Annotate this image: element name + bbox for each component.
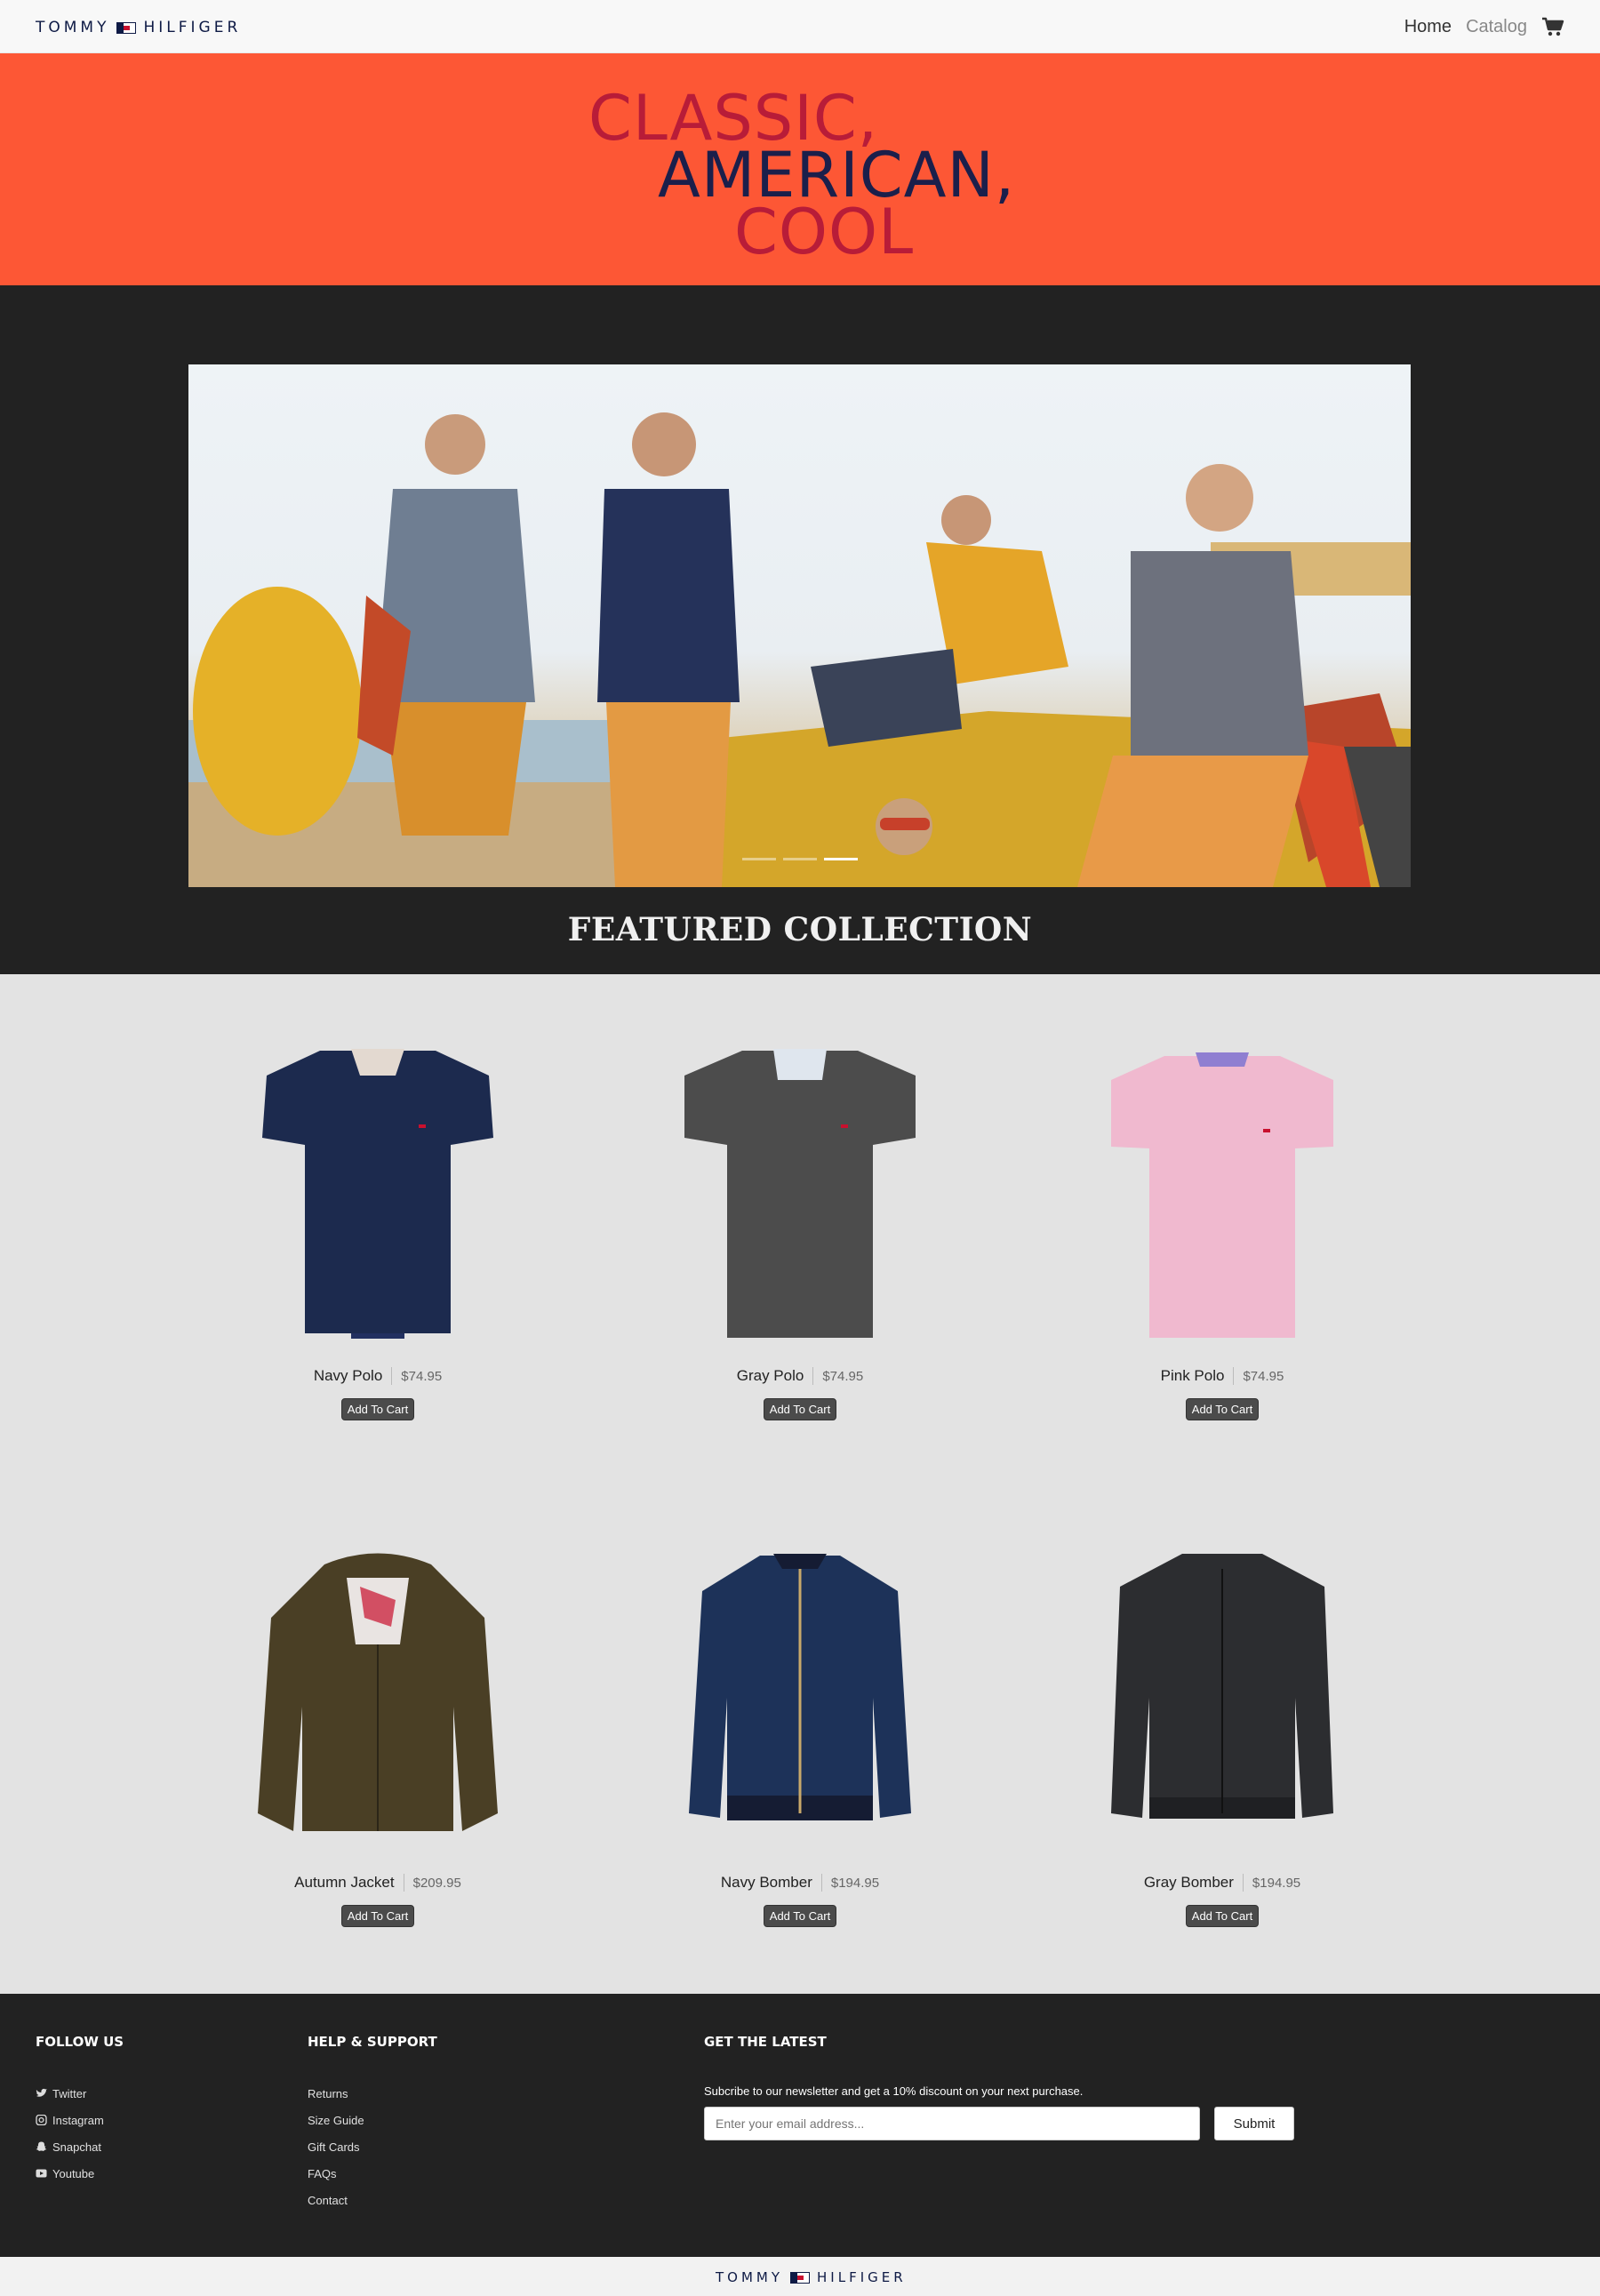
- product-price: $74.95: [1243, 1368, 1284, 1384]
- help-link-faqs[interactable]: FAQs: [308, 2160, 364, 2187]
- shopping-cart-icon[interactable]: [1541, 16, 1564, 37]
- product-card: Navy Polo $74.95 Add To Cart: [218, 1040, 538, 1420]
- featured-collection-title: FEATURED COLLECTION: [567, 911, 1033, 948]
- product-card: Pink Polo $74.95 Add To Cart: [1062, 1040, 1382, 1420]
- add-to-cart-button[interactable]: Add To Cart: [763, 1398, 837, 1420]
- help-links: Returns Size Guide Gift Cards FAQs Conta…: [308, 2080, 364, 2213]
- help-link-contact[interactable]: Contact: [308, 2187, 364, 2213]
- product-image-pink-polo[interactable]: [1062, 1040, 1382, 1347]
- product-name[interactable]: Pink Polo: [1161, 1367, 1235, 1385]
- image-carousel[interactable]: [188, 364, 1411, 887]
- footer-heading-follow: FOLLOW US: [36, 2034, 124, 2050]
- product-image-autumn-jacket[interactable]: [218, 1547, 538, 1853]
- help-link-gift-cards[interactable]: Gift Cards: [308, 2133, 364, 2160]
- add-to-cart-button[interactable]: Add To Cart: [340, 1398, 415, 1420]
- twitter-icon: [36, 2088, 47, 2097]
- carousel-indicators: [188, 858, 1411, 860]
- add-to-cart-button[interactable]: Add To Cart: [1185, 1398, 1260, 1420]
- brand-text-left: TOMMY: [716, 2269, 784, 2285]
- social-label: Youtube: [52, 2166, 95, 2180]
- carousel-indicator-1[interactable]: [741, 858, 776, 860]
- add-to-cart-button[interactable]: Add To Cart: [340, 1905, 415, 1927]
- product-price: $209.95: [412, 1875, 461, 1891]
- snapchat-icon: [36, 2141, 47, 2151]
- social-link-twitter[interactable]: Twitter: [36, 2080, 104, 2107]
- product-price: $74.95: [401, 1368, 443, 1384]
- help-link-returns[interactable]: Returns: [308, 2080, 364, 2107]
- brand-text-right: HILFIGER: [817, 2269, 907, 2285]
- product-card: Navy Bomber $194.95 Add To Cart: [640, 1547, 960, 1927]
- instagram-icon: [36, 2115, 47, 2125]
- carousel-indicator-2[interactable]: [782, 858, 817, 860]
- footer-heading-latest: GET THE LATEST: [704, 2034, 827, 2050]
- footer-heading-help: HELP & SUPPORT: [308, 2034, 437, 2050]
- social-label: Snapchat: [52, 2140, 101, 2154]
- social-label: Instagram: [52, 2113, 104, 2127]
- flag-icon: [790, 2271, 811, 2284]
- product-price: $194.95: [1252, 1875, 1301, 1891]
- add-to-cart-button[interactable]: Add To Cart: [1185, 1905, 1260, 1927]
- newsletter-description: Subcribe to our newsletter and get a 10%…: [704, 2084, 1084, 2098]
- product-image-gray-bomber[interactable]: [1062, 1547, 1382, 1853]
- product-card: Autumn Jacket $209.95 Add To Cart: [218, 1547, 538, 1927]
- product-name[interactable]: Gray Polo: [737, 1367, 814, 1385]
- product-image-gray-polo[interactable]: [640, 1040, 960, 1347]
- carousel-photo: [188, 412, 1411, 887]
- product-image-navy-polo[interactable]: [218, 1040, 538, 1347]
- product-name[interactable]: Navy Polo: [314, 1367, 393, 1385]
- social-links: Twitter Instagram Snapchat Youtube: [36, 2080, 104, 2187]
- product-card: Gray Bomber $194.95 Add To Cart: [1062, 1547, 1382, 1927]
- social-label: Twitter: [52, 2086, 87, 2100]
- product-image-navy-bomber[interactable]: [640, 1547, 960, 1853]
- social-link-youtube[interactable]: Youtube: [36, 2160, 104, 2187]
- help-link-size-guide[interactable]: Size Guide: [308, 2107, 364, 2133]
- flag-icon: [116, 21, 137, 34]
- hero-line-3: COOL: [734, 196, 915, 268]
- brand-text-right: HILFIGER: [143, 19, 242, 36]
- bottom-bar: TOMMY HILFIGER: [0, 2257, 1600, 2296]
- product-price: $194.95: [830, 1875, 880, 1891]
- newsletter-email-input[interactable]: [704, 2107, 1200, 2140]
- nav-link-home[interactable]: Home: [1404, 17, 1452, 37]
- brand-text-left: TOMMY: [36, 19, 110, 36]
- youtube-icon: [36, 2169, 47, 2178]
- product-card: Gray Polo $74.95 Add To Cart: [640, 1040, 960, 1420]
- bottom-brand-logo[interactable]: TOMMY HILFIGER: [716, 2269, 907, 2285]
- newsletter-submit-button[interactable]: Submit: [1214, 2107, 1294, 2140]
- nav-link-catalog[interactable]: Catalog: [1466, 17, 1527, 37]
- product-name[interactable]: Gray Bomber: [1144, 1874, 1244, 1892]
- nav-links: Home Catalog: [1404, 16, 1564, 37]
- navbar: TOMMY HILFIGER Home Catalog: [0, 0, 1600, 53]
- social-link-snapchat[interactable]: Snapchat: [36, 2133, 104, 2160]
- social-link-instagram[interactable]: Instagram: [36, 2107, 104, 2133]
- product-name[interactable]: Autumn Jacket: [294, 1874, 404, 1892]
- brand-logo[interactable]: TOMMY HILFIGER: [36, 19, 241, 36]
- hero-banner: CLASSIC, AMERICAN, COOL: [0, 53, 1600, 285]
- add-to-cart-button[interactable]: Add To Cart: [763, 1905, 837, 1927]
- product-name[interactable]: Navy Bomber: [721, 1874, 822, 1892]
- product-price: $74.95: [822, 1368, 864, 1384]
- carousel-indicator-3[interactable]: [823, 858, 858, 860]
